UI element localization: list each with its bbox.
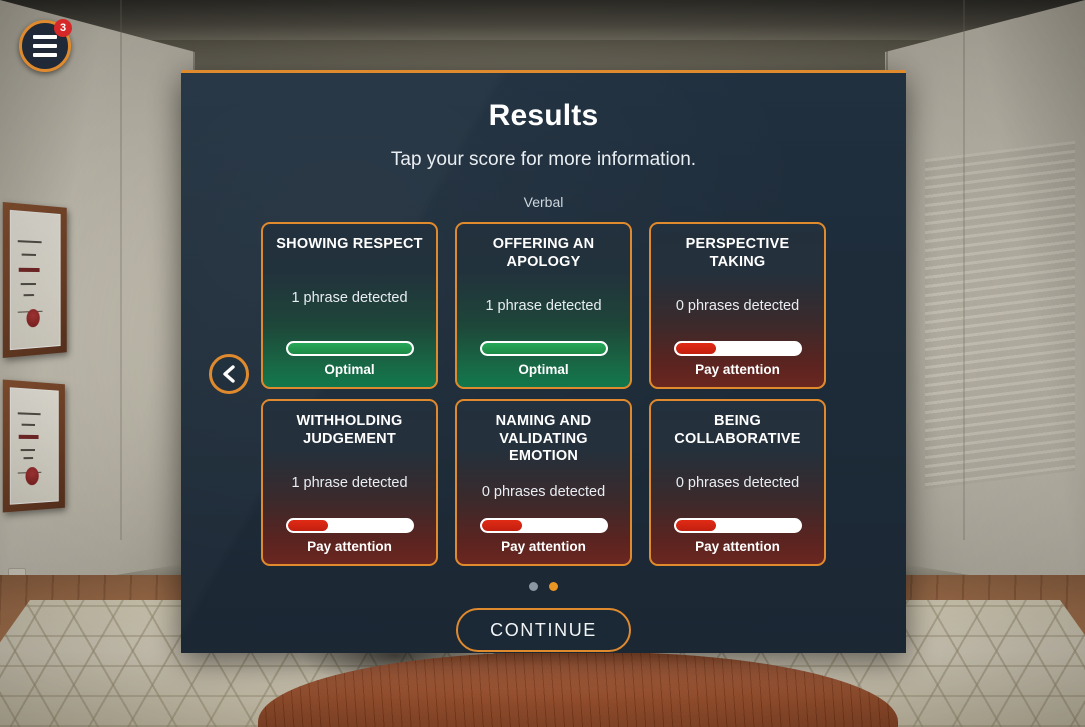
results-dialog: Results Tap your score for more informat… [181,70,906,653]
ceiling [0,0,1085,40]
score-card-title: WITHHOLDING JUDGEMENT [296,413,403,447]
score-card-count: 0 phrases detected [675,475,800,492]
score-bar-fill [287,520,329,531]
hamburger-icon-line [33,44,57,48]
score-bar-track [285,518,414,533]
score-bar-fill [675,520,717,531]
score-card-offering-an-apology[interactable]: OFFERING AN APOLOGY 1 phrase detected Op… [455,222,632,389]
dialog-footer: CONTINUE [181,608,906,652]
framed-certificate [2,201,67,359]
score-card-title: OFFERING AN APOLOGY [492,236,595,270]
hamburger-menu-button[interactable]: 3 [19,19,72,72]
score-card-title: PERSPECTIVE TAKING [685,236,790,270]
score-bar-track [479,518,608,533]
dialog-subtitle: Tap your score for more information. [390,149,697,170]
score-bar-fill [675,343,717,354]
continue-button[interactable]: CONTINUE [456,608,631,652]
pagination-dot-1[interactable] [529,582,538,591]
previous-page-button[interactable] [209,354,249,394]
score-card-count: 1 phrase detected [485,298,602,315]
score-card-count: 1 phrase detected [291,289,408,306]
score-card-count: 1 phrase detected [291,475,408,492]
score-card-status: Pay attention [695,539,780,554]
vr-training-screen: 3 Results Tap your score for more inform… [0,0,1085,727]
wall-seam [963,0,965,540]
score-bar-track [285,341,414,356]
score-card-grid: SHOWING RESPECT 1 phrase detected Optima… [261,222,826,566]
score-card-count: 0 phrases detected [481,484,606,501]
score-bar-fill [481,343,606,354]
dialog-title: Results [488,99,599,132]
score-card-naming-and-validating-emotion[interactable]: NAMING AND VALIDATING EMOTION 0 phrases … [455,399,632,566]
score-card-status: Pay attention [695,362,780,377]
score-bar-fill [287,343,412,354]
score-card-perspective-taking[interactable]: PERSPECTIVE TAKING 0 phrases detected Pa… [649,222,826,389]
wall-seam [120,0,122,540]
score-bar-track [673,518,802,533]
score-card-status: Pay attention [501,539,586,554]
window-blinds [925,140,1075,490]
score-card-withholding-judgement[interactable]: WITHHOLDING JUDGEMENT 1 phrase detected … [261,399,438,566]
hamburger-icon-line [33,35,57,39]
score-bar-fill [481,520,523,531]
framed-certificate [2,379,65,513]
notification-badge: 3 [54,19,72,37]
score-card-showing-respect[interactable]: SHOWING RESPECT 1 phrase detected Optima… [261,222,438,389]
score-card-title: NAMING AND VALIDATING EMOTION [495,413,592,465]
hamburger-icon-line [33,53,57,57]
score-card-being-collaborative[interactable]: BEING COLLABORATIVE 0 phrases detected P… [649,399,826,566]
pagination-dots [181,582,906,591]
section-label: Verbal [523,194,564,210]
score-card-status: Optimal [324,362,375,377]
score-card-status: Pay attention [307,539,392,554]
score-card-count: 0 phrases detected [675,298,800,315]
score-card-title: BEING COLLABORATIVE [674,413,801,447]
score-bar-track [673,341,802,356]
chevron-left-icon [223,365,235,383]
score-card-status: Optimal [518,362,569,377]
score-bar-track [479,341,608,356]
score-card-title: SHOWING RESPECT [276,236,423,252]
pagination-dot-2[interactable] [549,582,558,591]
